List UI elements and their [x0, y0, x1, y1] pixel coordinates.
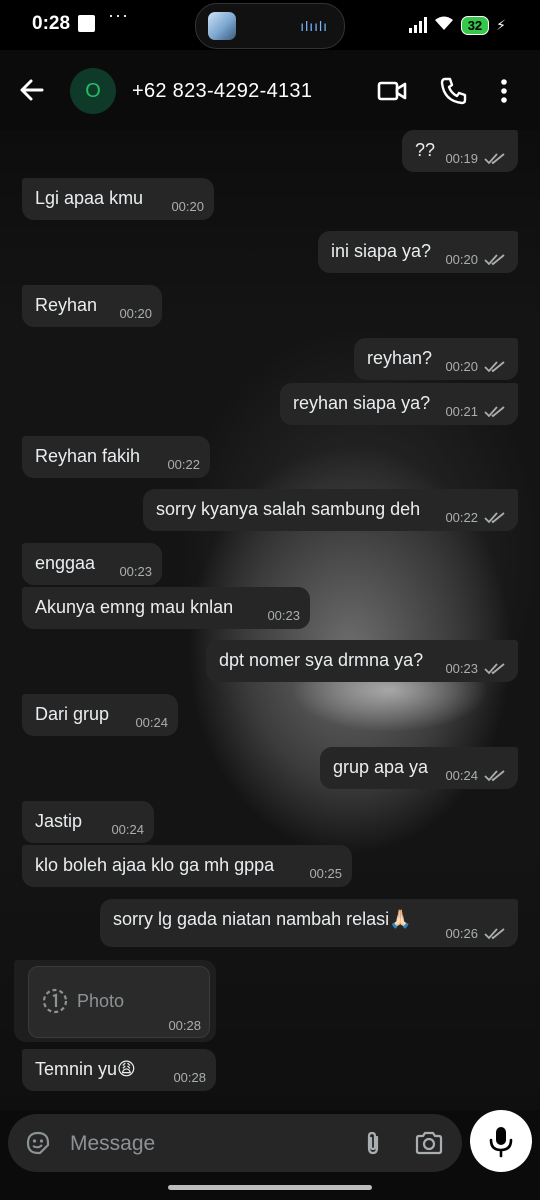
message-incoming[interactable]: Jastip 00:24	[22, 801, 154, 843]
status-icons: 32 ⚡	[408, 12, 506, 38]
contact-name[interactable]: +62 823-4292-4131	[132, 80, 312, 103]
message-input-container[interactable]	[8, 1114, 462, 1172]
message-incoming[interactable]: Temnin yu😩 00:28	[22, 1049, 216, 1091]
photo-message[interactable]: Photo 00:28	[28, 966, 210, 1038]
read-ticks-icon	[484, 770, 505, 782]
battery-indicator: 32	[460, 15, 490, 35]
message-outgoing[interactable]: dpt nomer sya drmna ya? 00:23	[206, 640, 518, 682]
status-bar: 0:28 ··· ılıılı 32 ⚡	[0, 0, 540, 50]
video-call-button[interactable]	[376, 75, 408, 107]
photo-time: 00:28	[168, 1018, 201, 1033]
message-input[interactable]	[68, 1128, 342, 1160]
charging-icon: ⚡	[496, 16, 506, 33]
home-indicator[interactable]	[168, 1185, 372, 1190]
video-camera-icon	[377, 81, 407, 101]
read-ticks-icon	[484, 361, 505, 373]
chat-header: O +62 823-4292-4131	[0, 50, 540, 130]
back-arrow-icon	[20, 79, 44, 101]
message-incoming[interactable]: Reyhan fakih 00:22	[22, 436, 210, 478]
status-time: 0:28	[32, 13, 71, 34]
wifi-icon	[434, 15, 454, 36]
message-incoming[interactable]: enggaa 00:23	[22, 543, 162, 585]
dynamic-island[interactable]: ılıılı	[195, 3, 345, 49]
signal-icon	[408, 17, 427, 33]
message-outgoing[interactable]: reyhan? 00:20	[354, 338, 518, 380]
paperclip-icon[interactable]	[358, 1128, 388, 1158]
voice-call-button[interactable]	[438, 75, 470, 107]
message-outgoing[interactable]: reyhan siapa ya? 00:21	[280, 383, 518, 425]
microphone-icon	[489, 1127, 513, 1158]
message-outgoing[interactable]: ini siapa ya? 00:20	[318, 231, 518, 273]
message-incoming[interactable]: Reyhan 00:20	[22, 285, 162, 327]
more-options-button[interactable]	[494, 75, 514, 107]
read-ticks-icon	[484, 663, 505, 675]
audio-wave-icon: ılıılı	[300, 18, 328, 34]
message-incoming[interactable]: Dari grup 00:24	[22, 694, 178, 736]
more-notifications-icon: ···	[108, 5, 129, 25]
camera-icon[interactable]	[414, 1129, 444, 1157]
read-ticks-icon	[484, 254, 505, 266]
phone-icon	[440, 77, 467, 105]
media-thumbnail	[208, 12, 236, 40]
message-incoming[interactable]: Lgi apaa kmu 00:20	[22, 178, 214, 220]
message-outgoing[interactable]: grup apa ya 00:24	[320, 747, 518, 789]
notification-icon	[78, 15, 95, 32]
message-incoming[interactable]: klo boleh ajaa klo ga mh gppa 00:25	[22, 845, 352, 887]
message-incoming[interactable]: Akunya emng mau knlan 00:23	[22, 587, 310, 629]
read-ticks-icon	[484, 153, 505, 165]
sticker-icon[interactable]	[24, 1129, 52, 1157]
read-ticks-icon	[484, 406, 505, 418]
read-ticks-icon	[484, 512, 505, 524]
read-ticks-icon	[484, 928, 505, 940]
message-outgoing[interactable]: ?? 00:19	[402, 130, 518, 172]
message-outgoing[interactable]: sorry kyanya salah sambung deh 00:22	[143, 489, 518, 531]
avatar[interactable]: O	[70, 68, 116, 114]
back-button[interactable]	[14, 72, 50, 108]
photo-label: Photo	[77, 991, 125, 1011]
kebab-menu-icon	[501, 79, 507, 103]
view-once-icon	[42, 988, 68, 1014]
voice-message-button[interactable]	[470, 1110, 532, 1172]
message-outgoing[interactable]: sorry lg gada niatan nambah relasi🙏🏻 00:…	[100, 899, 518, 947]
